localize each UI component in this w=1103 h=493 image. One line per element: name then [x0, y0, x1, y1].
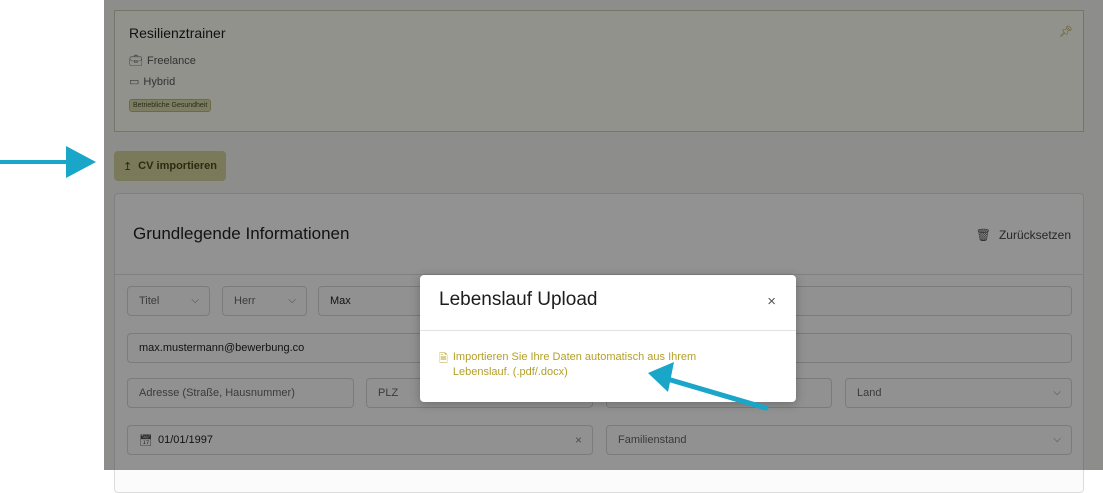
annotation-arrows — [0, 146, 769, 411]
left-arrow-annotation — [0, 146, 96, 178]
modal-arrow-annotation — [648, 362, 769, 411]
